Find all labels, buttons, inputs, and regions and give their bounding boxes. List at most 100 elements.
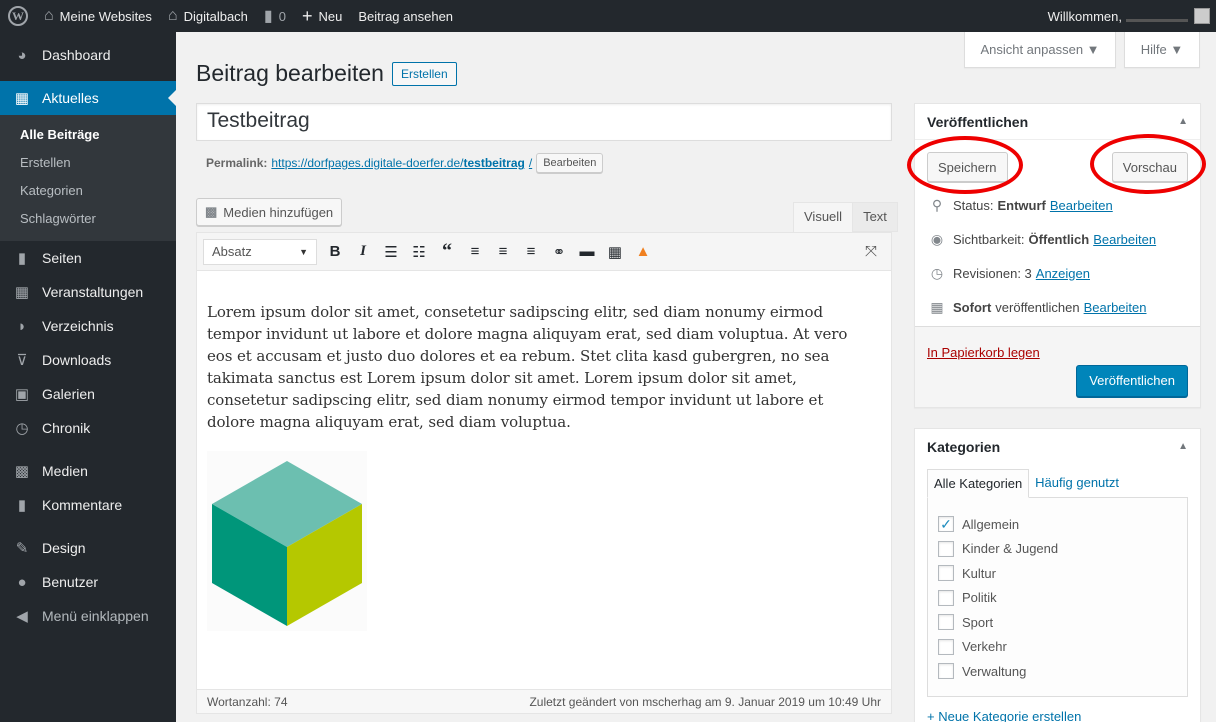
new-label: Neu xyxy=(318,8,343,24)
category-item[interactable]: Kultur xyxy=(938,561,1177,586)
tab-visual[interactable]: Visuell xyxy=(793,202,854,233)
editor-statusbar: Wortanzahl: 74 Zuletzt geändert von msch… xyxy=(197,689,891,713)
category-label: Kinder & Jugend xyxy=(962,541,1059,557)
collapse-arrow-icon[interactable]: ▲ xyxy=(1178,104,1188,139)
toolbar-toggle-icon[interactable]: ▦ xyxy=(601,238,629,266)
checkbox[interactable] xyxy=(938,589,954,606)
pages-icon: ▮ xyxy=(17,250,27,267)
sidebar-item-aktuelles[interactable]: ▦ Aktuelles xyxy=(0,81,176,115)
sidebar-item-chronik[interactable]: ◷ Chronik xyxy=(0,411,176,445)
category-item[interactable]: Sport xyxy=(938,610,1177,635)
edit-permalink-button[interactable]: Bearbeiten xyxy=(536,153,604,173)
submenu-add-new[interactable]: Erstellen xyxy=(0,149,176,177)
sidebar-item-label: Benutzer xyxy=(42,574,99,590)
tab-all-categories[interactable]: Alle Kategorien xyxy=(927,469,1030,498)
sidebar-item-veranstaltungen[interactable]: ▦ Veranstaltungen xyxy=(0,275,176,309)
visibility-label: Sichtbarkeit: xyxy=(953,231,1025,247)
sidebar-item-downloads[interactable]: ⊽ Downloads xyxy=(0,343,176,377)
comments-count: 0 xyxy=(278,8,286,24)
annotation-circle-save xyxy=(907,136,1023,194)
site-name-menu[interactable]: ⌂ Digitalbach xyxy=(160,0,256,32)
account-menu[interactable]: Willkommen, xyxy=(1040,0,1216,32)
permalink-end: / xyxy=(528,156,533,170)
category-label: Verkehr xyxy=(962,639,1007,655)
checkbox-checked[interactable]: ✓ xyxy=(938,516,954,533)
comments-menu[interactable]: ▮ 0 xyxy=(256,0,294,32)
bold-button[interactable]: B xyxy=(321,238,349,266)
category-item[interactable]: Verwaltung xyxy=(938,659,1177,684)
add-media-button[interactable]: ▩ Medien hinzufügen xyxy=(196,198,343,226)
fullscreen-icon[interactable]: ⤧ xyxy=(857,238,885,266)
format-select[interactable]: Absatz ▼ xyxy=(203,238,317,265)
sidebar-item-dashboard[interactable]: ◕ Dashboard xyxy=(0,38,176,72)
permalink-link[interactable]: https://dorfpages.digitale-doerfer.de/te… xyxy=(271,156,532,170)
submenu-tags[interactable]: Schlagwörter xyxy=(0,205,176,233)
category-item[interactable]: Verkehr xyxy=(938,635,1177,660)
edit-status-link[interactable]: Bearbeiten xyxy=(1050,198,1113,213)
publish-heading: Veröffentlichen xyxy=(927,114,1029,130)
help-button[interactable]: Hilfe ▼ xyxy=(1124,32,1200,68)
content-editor: Absatz ▼ B I ☰ ☷ “ ≡ ≡ ≡ ⚭ ▬ ▦ ▲ ⤧ Lorem … xyxy=(196,232,892,714)
checkbox[interactable] xyxy=(938,638,954,655)
category-item[interactable]: ✓ Allgemein xyxy=(938,512,1177,537)
blockquote-icon[interactable]: “ xyxy=(433,238,461,266)
categories-box-header[interactable]: Kategorien ▲ xyxy=(915,429,1200,465)
schedule-row: ▦ Sofort veröffentlichen Bearbeiten xyxy=(915,290,1200,324)
sidebar-item-label: Kommentare xyxy=(42,497,123,513)
sidebar-item-kommentare[interactable]: ▮ Kommentare xyxy=(0,488,176,522)
trash-link[interactable]: In Papierkorb legen xyxy=(927,345,1040,360)
category-tabs: Alle Kategorien Häufig genutzt xyxy=(915,465,1200,498)
sidebar-collapse[interactable]: ◀ Menü einklappen xyxy=(0,599,176,633)
publish-button[interactable]: Veröffentlichen xyxy=(1076,365,1188,397)
wordpress-logo[interactable]: W xyxy=(0,0,36,32)
editor-content[interactable]: Lorem ipsum dolor sit amet, consetetur s… xyxy=(197,271,873,631)
cube-image[interactable] xyxy=(207,451,367,631)
align-left-icon[interactable]: ≡ xyxy=(461,238,489,266)
category-item[interactable]: Politik xyxy=(938,586,1177,611)
sidebar-item-galerien[interactable]: ▣ Galerien xyxy=(0,377,176,411)
word-count: Wortanzahl: 74 xyxy=(207,694,288,709)
plugin-icon[interactable]: ▲ xyxy=(629,238,657,266)
category-label: Kultur xyxy=(962,565,996,581)
checkbox[interactable] xyxy=(938,540,954,557)
post-title-input[interactable]: Testbeitrag xyxy=(196,103,892,141)
home-icon: ⌂ xyxy=(167,7,178,24)
collapse-arrow-icon[interactable]: ▲ xyxy=(1178,429,1188,465)
italic-button[interactable]: I xyxy=(349,238,377,266)
numbered-list-icon[interactable]: ☷ xyxy=(405,238,433,266)
status-value: Entwurf xyxy=(997,197,1046,213)
bullet-list-icon[interactable]: ☰ xyxy=(377,238,405,266)
checkbox[interactable] xyxy=(938,614,954,631)
sidebar-item-seiten[interactable]: ▮ Seiten xyxy=(0,241,176,275)
edit-visibility-link[interactable]: Bearbeiten xyxy=(1093,232,1156,247)
new-content-menu[interactable]: + Neu xyxy=(294,0,350,32)
sidebar-item-label: Verzeichnis xyxy=(42,318,114,334)
read-more-icon[interactable]: ▬ xyxy=(573,238,601,266)
edit-schedule-link[interactable]: Bearbeiten xyxy=(1084,300,1147,315)
sidebar-item-label: Chronik xyxy=(42,420,91,436)
align-right-icon[interactable]: ≡ xyxy=(517,238,545,266)
sidebar-item-design[interactable]: ✎ Design xyxy=(0,531,176,565)
add-new-button[interactable]: Erstellen xyxy=(391,61,457,86)
view-post-link[interactable]: Beitrag ansehen xyxy=(350,0,461,32)
tab-text[interactable]: Text xyxy=(853,202,898,232)
submenu-all-posts[interactable]: Alle Beiträge xyxy=(0,121,176,149)
sidebar-item-label: Veranstaltungen xyxy=(42,284,144,300)
sidebar-item-label: Menü einklappen xyxy=(42,608,149,624)
tab-popular-categories[interactable]: Häufig genutzt xyxy=(1029,469,1125,498)
checkbox[interactable] xyxy=(938,565,954,582)
link-icon[interactable]: ⚭ xyxy=(545,238,573,266)
show-revisions-link[interactable]: Anzeigen xyxy=(1036,266,1090,281)
category-item[interactable]: Kinder & Jugend xyxy=(938,537,1177,562)
sidebar-item-benutzer[interactable]: ● Benutzer xyxy=(0,565,176,599)
checkbox[interactable] xyxy=(938,663,954,680)
add-media-label: Medien hinzufügen xyxy=(223,204,334,220)
submenu-categories[interactable]: Kategorien xyxy=(0,177,176,205)
align-center-icon[interactable]: ≡ xyxy=(489,238,517,266)
sidebar-item-medien[interactable]: ▩ Medien xyxy=(0,454,176,488)
add-new-category-link[interactable]: + Neue Kategorie erstellen xyxy=(915,697,1200,722)
my-sites-menu[interactable]: ⌂ Meine Websites xyxy=(36,0,160,32)
sidebar-item-verzeichnis[interactable]: ◗ Verzeichnis xyxy=(0,309,176,343)
editor-tabs: Visuell Text xyxy=(789,202,898,233)
screen-options-button[interactable]: Ansicht anpassen ▼ xyxy=(964,32,1116,68)
